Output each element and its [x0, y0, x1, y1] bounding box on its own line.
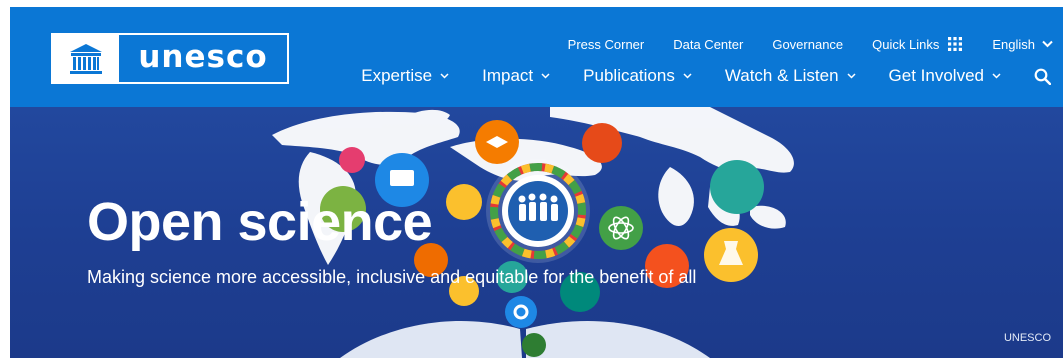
chevron-down-icon: [847, 73, 856, 79]
nav-watch-listen[interactable]: Watch & Listen: [725, 66, 856, 86]
nav-get-involved[interactable]: Get Involved: [889, 66, 1001, 86]
chevron-down-icon: [1042, 40, 1053, 48]
quick-links-label: Quick Links: [872, 36, 940, 52]
hero-banner: Open science Making science more accessi…: [10, 107, 1063, 358]
hero-subtitle: Making science more accessible, inclusiv…: [87, 267, 697, 287]
nav-press-corner[interactable]: Press Corner: [568, 37, 645, 52]
nav-data-center[interactable]: Data Center: [673, 37, 743, 52]
utility-nav: Press Corner Data Center Governance Quic…: [568, 36, 1063, 52]
nav-get-involved-label: Get Involved: [888, 66, 984, 85]
main-nav: Expertise Impact Publications Watch & Li…: [361, 65, 1063, 87]
language-label: English: [992, 36, 1035, 52]
community-ring: [486, 159, 590, 263]
chevron-down-icon: [992, 73, 1001, 79]
image-credit: UNESCO: [1003, 332, 1051, 344]
nav-expertise-label: Expertise: [361, 66, 433, 85]
nav-impact[interactable]: Impact: [482, 66, 550, 86]
grid-icon: [948, 37, 963, 51]
quick-links-button[interactable]: Quick Links: [872, 36, 963, 52]
chevron-down-icon: [683, 73, 692, 79]
search-button[interactable]: [1034, 68, 1051, 85]
page-frame: unesco Press Corner Data Center Governan…: [10, 7, 1063, 358]
book-left-page: [340, 320, 522, 358]
nav-impact-label: Impact: [482, 66, 534, 85]
chevron-down-icon: [440, 73, 449, 79]
logo-wordmark: unesco: [138, 39, 268, 75]
nav-watch-listen-label: Watch & Listen: [724, 66, 839, 85]
hero-title: Open science: [87, 192, 433, 252]
search-icon: [1034, 68, 1051, 85]
language-selector[interactable]: English: [992, 37, 1053, 52]
unesco-temple-icon: [53, 35, 119, 82]
nav-publications-label: Publications: [583, 66, 675, 85]
book-right-page: [526, 320, 710, 358]
chevron-down-icon: [541, 73, 550, 79]
site-header: unesco Press Corner Data Center Governan…: [10, 7, 1063, 107]
nav-expertise[interactable]: Expertise: [361, 66, 449, 86]
unesco-logo[interactable]: unesco: [51, 33, 289, 84]
nav-governance[interactable]: Governance: [772, 37, 843, 52]
nav-publications[interactable]: Publications: [583, 66, 692, 86]
